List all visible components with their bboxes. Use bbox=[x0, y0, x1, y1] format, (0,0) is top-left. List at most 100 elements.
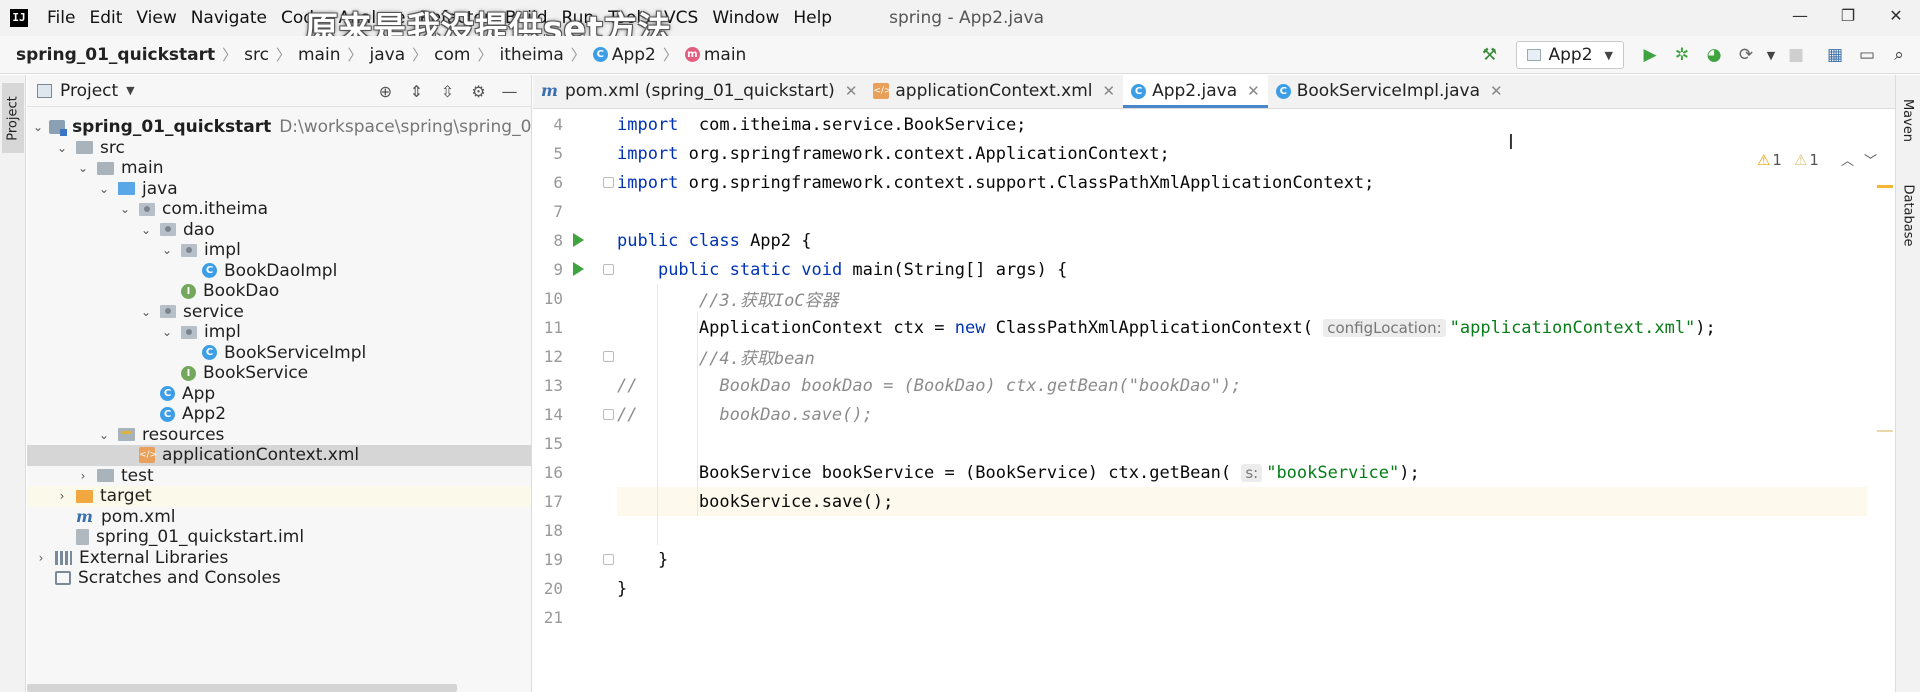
tree-item[interactable]: › target bbox=[27, 486, 531, 507]
chevron-down-icon[interactable]: ⌄ bbox=[138, 223, 154, 237]
fold-icon[interactable] bbox=[603, 554, 614, 565]
stop-icon[interactable]: ■ bbox=[1781, 40, 1811, 70]
tree-item[interactable]: ›IBookDao bbox=[27, 281, 531, 302]
tree-item[interactable]: ›IBookService bbox=[27, 363, 531, 384]
breadcrumb-item[interactable]: itheima bbox=[499, 45, 563, 65]
tree-item[interactable]: ›CBookDaoImpl bbox=[27, 261, 531, 282]
gear-icon[interactable]: ⚙ bbox=[463, 82, 494, 101]
code-line[interactable]: // bookDao.save(); bbox=[617, 400, 1867, 429]
next-highlight-icon[interactable]: ﹀ bbox=[1864, 150, 1877, 169]
project-structure-icon[interactable]: ▦ bbox=[1820, 40, 1850, 70]
tree-item[interactable]: ⌄ resources bbox=[27, 425, 531, 446]
tree-item[interactable]: › External Libraries bbox=[27, 548, 531, 569]
more-run-chevron-icon[interactable]: ▼ bbox=[1763, 40, 1779, 70]
run-configuration-select[interactable]: App2 ▼ bbox=[1515, 41, 1624, 69]
tree-item[interactable]: ›CApp2 bbox=[27, 404, 531, 425]
menu-analyze[interactable]: Analyze bbox=[332, 8, 413, 28]
code-line[interactable]: bookService.save(); bbox=[617, 487, 1867, 516]
menu-tools[interactable]: Tools bbox=[601, 8, 657, 28]
layout-icon[interactable]: ▭ bbox=[1852, 40, 1882, 70]
horizontal-scrollbar[interactable] bbox=[27, 684, 457, 692]
run-gutter-icon[interactable] bbox=[573, 233, 584, 247]
chevron-down-icon[interactable]: ⌄ bbox=[54, 141, 70, 155]
tree-item[interactable]: ⌄ com.itheima bbox=[27, 199, 531, 220]
menu-refactor[interactable]: Refactor bbox=[413, 8, 498, 28]
debug-icon[interactable]: ✲ bbox=[1667, 40, 1697, 70]
project-panel-title[interactable]: Project bbox=[60, 81, 118, 101]
tree-item[interactable]: ›Scratches and Consoles bbox=[27, 568, 531, 589]
tree-item[interactable]: ⌄ spring_01_quickstart D:\workspace\spring… bbox=[27, 117, 531, 138]
tree-item[interactable]: ›mpom.xml bbox=[27, 507, 531, 528]
code-line[interactable]: import org.springframework.context.suppo… bbox=[617, 168, 1867, 197]
menu-window[interactable]: Window bbox=[705, 8, 786, 28]
breadcrumb-item[interactable]: C App2 bbox=[592, 45, 656, 65]
chevron-down-icon[interactable]: ⌄ bbox=[96, 428, 112, 442]
minimize-icon[interactable]: — bbox=[1776, 0, 1824, 30]
breadcrumb-item[interactable]: com bbox=[434, 45, 470, 65]
tree-item[interactable]: ⌄ impl bbox=[27, 240, 531, 261]
editor-tab[interactable]: </> applicationContext.xml ✕ bbox=[865, 74, 1123, 108]
coverage-icon[interactable]: ◕ bbox=[1699, 40, 1729, 70]
close-tab-icon[interactable]: ✕ bbox=[845, 82, 858, 100]
menu-build[interactable]: Build bbox=[498, 8, 555, 28]
menu-edit[interactable]: Edit bbox=[82, 8, 129, 28]
expand-all-icon[interactable]: ⇕ bbox=[401, 82, 432, 101]
close-icon[interactable]: ✕ bbox=[1872, 0, 1920, 30]
code-line[interactable]: ApplicationContext ctx = new ClassPathXm… bbox=[617, 313, 1867, 342]
tree-item[interactable]: ⌄ service bbox=[27, 302, 531, 323]
breadcrumb-item[interactable]: spring_01_quickstart bbox=[16, 45, 215, 65]
previous-highlight-icon[interactable]: ︿ bbox=[1841, 150, 1854, 169]
tree-item[interactable]: ⌄ impl bbox=[27, 322, 531, 343]
restore-icon[interactable]: ❐ bbox=[1824, 0, 1872, 30]
tree-item[interactable]: ›spring_01_quickstart.iml bbox=[27, 527, 531, 548]
hide-icon[interactable]: — bbox=[494, 82, 525, 101]
code-line[interactable]: } bbox=[617, 574, 1867, 603]
chevron-down-icon[interactable]: ⌄ bbox=[117, 202, 133, 216]
chevron-right-icon[interactable]: › bbox=[33, 551, 49, 565]
tree-item[interactable]: ›</>applicationContext.xml bbox=[27, 445, 531, 466]
code-line[interactable]: import org.springframework.context.Appli… bbox=[617, 139, 1867, 168]
code-line[interactable]: BookService bookService = (BookService) … bbox=[617, 458, 1867, 487]
inspection-widget[interactable]: ⚠ 1 ⚠ 1 ︿ ﹀ bbox=[1757, 150, 1877, 170]
chevron-down-icon[interactable]: ▼ bbox=[126, 84, 134, 97]
code-line[interactable] bbox=[617, 603, 1867, 632]
code-line[interactable] bbox=[617, 197, 1867, 226]
database-tool-button[interactable]: Database bbox=[1897, 170, 1919, 260]
menu-code[interactable]: Code bbox=[274, 8, 332, 28]
chevron-down-icon[interactable]: ⌄ bbox=[33, 120, 43, 134]
breadcrumb-item[interactable]: m main bbox=[684, 45, 746, 65]
collapse-all-icon[interactable]: ⇳ bbox=[432, 82, 463, 101]
fold-icon[interactable] bbox=[603, 351, 614, 362]
code-lines[interactable]: import com.itheima.service.BookService; i… bbox=[617, 110, 1867, 692]
tree-item[interactable]: ⌄ src bbox=[27, 138, 531, 159]
code-line[interactable]: //4.获取bean bbox=[617, 342, 1867, 371]
tree-item[interactable]: ›CApp bbox=[27, 384, 531, 405]
fold-icon[interactable] bbox=[603, 409, 614, 420]
chevron-down-icon[interactable]: ⌄ bbox=[159, 325, 175, 339]
maven-tool-button[interactable]: Maven bbox=[1897, 85, 1919, 155]
run-icon[interactable]: ▶ bbox=[1635, 40, 1665, 70]
chevron-down-icon[interactable]: ⌄ bbox=[96, 182, 112, 196]
code-line[interactable]: } bbox=[617, 545, 1867, 574]
profile-icon[interactable]: ⟳ bbox=[1731, 40, 1761, 70]
breadcrumb-item[interactable]: main bbox=[298, 45, 340, 65]
weak-warning-stripe-mark[interactable] bbox=[1877, 430, 1893, 432]
menu-file[interactable]: File bbox=[40, 8, 82, 28]
menu-view[interactable]: View bbox=[129, 8, 183, 28]
menu-vcs[interactable]: VCS bbox=[657, 8, 705, 28]
chevron-right-icon[interactable]: › bbox=[75, 469, 91, 483]
code-line[interactable]: //3.获取IoC容器 bbox=[617, 284, 1867, 313]
editor-tab[interactable]: C BookServiceImpl.java ✕ bbox=[1268, 74, 1511, 108]
warning-stripe-mark[interactable] bbox=[1877, 185, 1893, 188]
tree-item[interactable]: ⌄ main bbox=[27, 158, 531, 179]
locate-icon[interactable]: ⊕ bbox=[370, 82, 401, 101]
code-line[interactable] bbox=[617, 429, 1867, 458]
code-area[interactable]: 4 5 6 7 8 9 10 11 12 13 14 15 16 17 18 19 20 21 import co… bbox=[533, 110, 1895, 692]
close-tab-icon[interactable]: ✕ bbox=[1247, 82, 1260, 100]
run-gutter-icon[interactable] bbox=[573, 262, 584, 276]
menu-navigate[interactable]: Navigate bbox=[184, 8, 274, 28]
search-icon[interactable]: ⌕ bbox=[1884, 40, 1914, 70]
tree-item[interactable]: ⌄ dao bbox=[27, 220, 531, 241]
chevron-down-icon[interactable]: ⌄ bbox=[138, 305, 154, 319]
code-line[interactable]: import com.itheima.service.BookService; bbox=[617, 110, 1867, 139]
